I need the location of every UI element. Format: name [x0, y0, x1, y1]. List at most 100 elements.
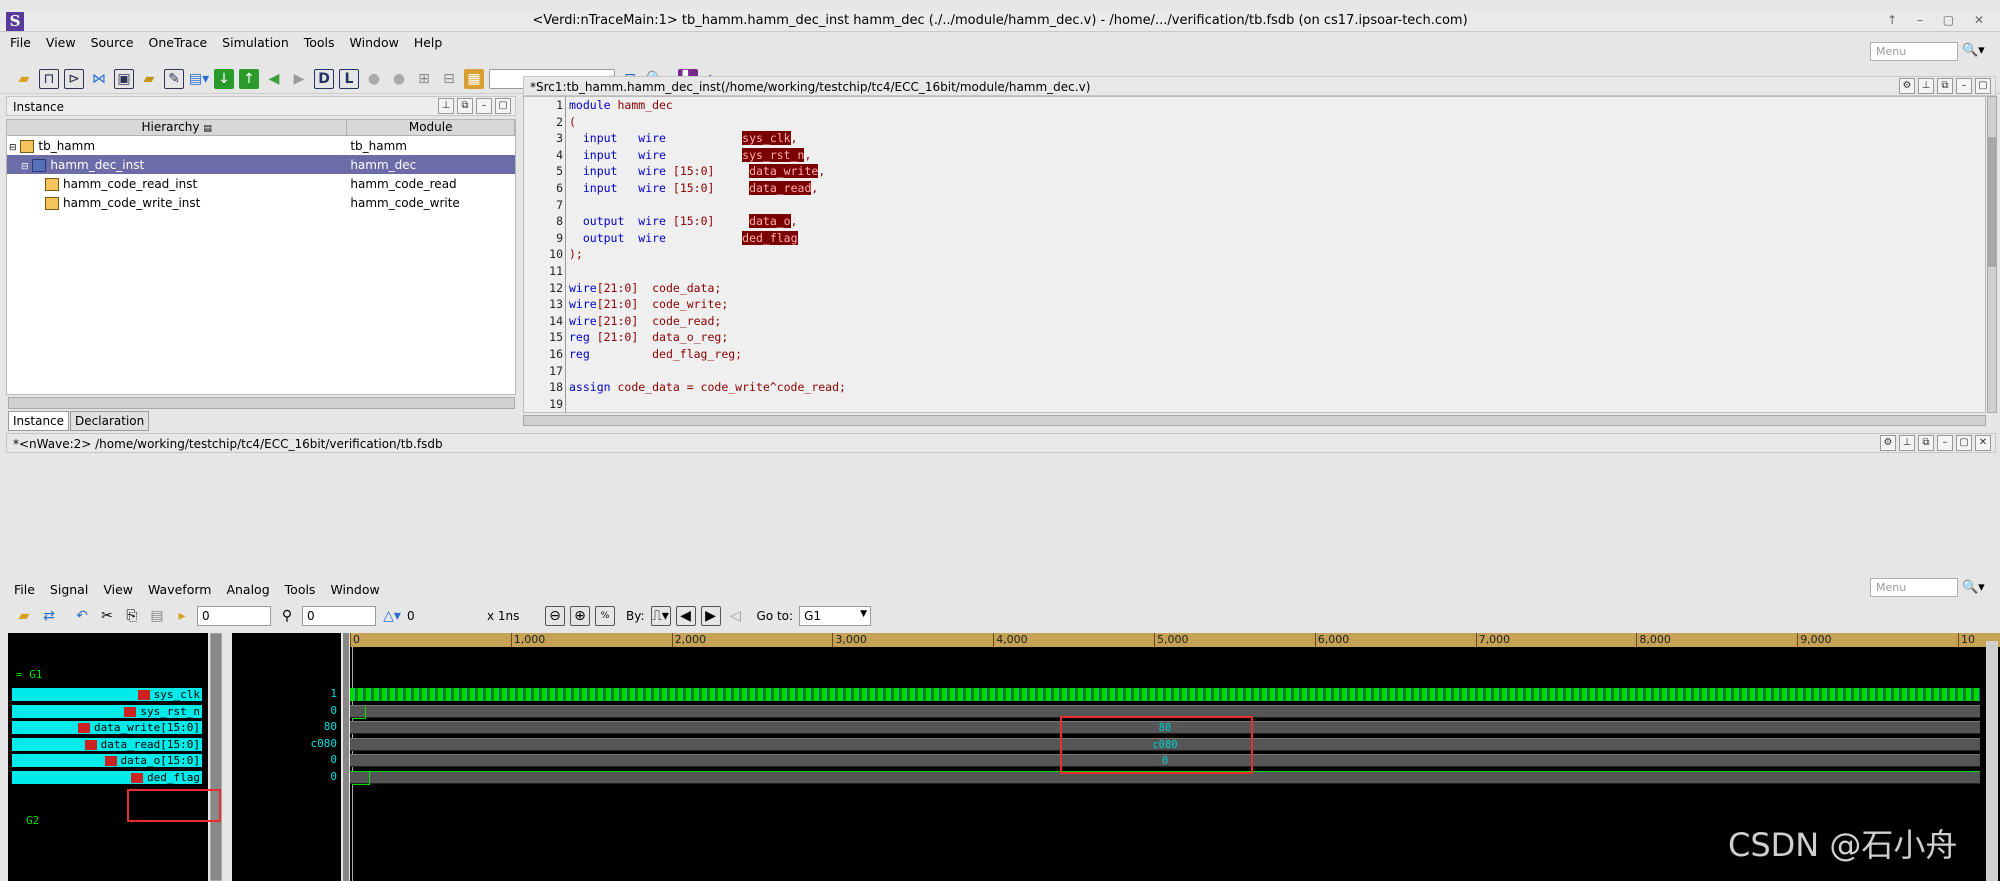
- wave-menu-view[interactable]: View: [103, 582, 133, 597]
- pin-icon[interactable]: ⊥: [1918, 78, 1934, 94]
- maximize-icon[interactable]: ▢: [1956, 435, 1972, 451]
- cursor-icon[interactable]: ▸: [172, 606, 192, 626]
- cut-icon[interactable]: ✂: [97, 606, 117, 626]
- undock-icon[interactable]: ⧉: [1918, 435, 1934, 451]
- search-by-icon[interactable]: ⎍▾: [650, 606, 671, 626]
- waveform-vscrollbar[interactable]: [1986, 641, 1998, 881]
- instance-hscrollbar[interactable]: [8, 397, 515, 409]
- back-icon[interactable]: ◁: [726, 606, 746, 626]
- marker-time-input[interactable]: 0: [302, 606, 376, 626]
- source-code-view[interactable]: 1 module hamm_dec 2(3 input wire sys_clk, 4…: [523, 96, 1986, 413]
- delta-icon[interactable]: △▾: [382, 606, 402, 626]
- maximize-icon[interactable]: ▢: [1975, 78, 1991, 94]
- trace-load-icon[interactable]: ↓: [214, 68, 234, 89]
- reload-icon[interactable]: ⇄: [39, 606, 59, 626]
- code-line[interactable]: 16 reg ded_flag_reg;: [524, 345, 1985, 363]
- code-line[interactable]: 1 module hamm_dec: [524, 97, 1985, 114]
- wave-menu-analog[interactable]: Analog: [226, 582, 269, 597]
- code-line[interactable]: 7: [524, 196, 1985, 214]
- code-line[interactable]: 17: [524, 362, 1985, 380]
- code-line[interactable]: 19: [524, 395, 1985, 412]
- signal-row[interactable]: sys_rst_n: [8, 703, 208, 720]
- minimize-icon[interactable]: –: [1937, 435, 1953, 451]
- menu-file[interactable]: File: [10, 35, 31, 50]
- zoom-out-icon[interactable]: ⊖: [545, 606, 565, 626]
- undock-icon[interactable]: ⧉: [457, 98, 473, 114]
- menu-tools[interactable]: Tools: [304, 35, 335, 50]
- minimize-icon[interactable]: –: [476, 98, 492, 114]
- undo-icon[interactable]: ↶: [72, 606, 92, 626]
- maximize-icon[interactable]: ▢: [495, 98, 511, 114]
- close-icon[interactable]: ✕: [1975, 435, 1991, 451]
- window-controls[interactable]: ↑ – ▢ ✕: [1887, 13, 1992, 27]
- search-icon[interactable]: 🔍▾: [1962, 43, 1985, 58]
- tab-declaration[interactable]: Declaration: [70, 411, 150, 431]
- search-icon[interactable]: 🔍▾: [1962, 580, 1985, 595]
- pane-splitter[interactable]: [343, 633, 349, 881]
- signal-name[interactable]: sys_clk: [12, 688, 202, 701]
- wave-menu-window[interactable]: Window: [330, 582, 379, 597]
- tree-icon[interactable]: ⋈: [89, 69, 109, 89]
- menu-search-input[interactable]: Menu: [1870, 42, 1958, 61]
- wave-menu-signal[interactable]: Signal: [50, 582, 88, 597]
- edit-icon[interactable]: ✎: [164, 68, 184, 89]
- code-line[interactable]: 2(: [524, 113, 1985, 131]
- column-module[interactable]: Module: [347, 120, 515, 135]
- signal-row[interactable]: sys_clk: [8, 686, 208, 703]
- open-folder-icon[interactable]: ▰: [14, 69, 34, 89]
- tree-row[interactable]: ⊟ tb_hamm tb_hamm: [7, 136, 515, 155]
- code-line[interactable]: 18 assign code_data = code_write^code_rea…: [524, 379, 1985, 396]
- waveform-trace[interactable]: [350, 688, 1980, 701]
- wave-menu-tools[interactable]: Tools: [285, 582, 316, 597]
- source-vscrollbar[interactable]: [1987, 96, 1997, 413]
- tree-row[interactable]: hamm_code_read_inst hamm_code_read: [7, 174, 515, 193]
- file-dropdown-icon[interactable]: ▤▾: [189, 69, 209, 89]
- signal-name[interactable]: data_write[15:0]: [12, 721, 202, 734]
- source-hscrollbar[interactable]: [523, 415, 1986, 426]
- tree-row[interactable]: hamm_code_write_inst hamm_code_write: [7, 193, 515, 212]
- schematic-icon[interactable]: ⊓: [39, 68, 59, 89]
- open-folder-icon[interactable]: ▰: [14, 606, 34, 626]
- hierarchy-up-icon[interactable]: ⊞: [414, 69, 434, 89]
- settings-icon[interactable]: ⚙: [1899, 78, 1915, 94]
- group-label[interactable]: G2: [26, 814, 39, 827]
- goto-select[interactable]: G1 ▼: [799, 606, 872, 626]
- settings-icon[interactable]: ⚙: [1880, 435, 1896, 451]
- code-line[interactable]: 20always@(posedge sys_clk or negedge sys…: [524, 412, 1985, 413]
- signal-name[interactable]: data_o[15:0]: [12, 754, 202, 767]
- zoom-fit-icon[interactable]: %: [595, 606, 615, 626]
- menu-onetrace[interactable]: OneTrace: [149, 35, 208, 50]
- column-hierarchy[interactable]: Hierarchy ▤: [7, 120, 348, 135]
- menu-window[interactable]: Window: [350, 35, 399, 50]
- driver-d-icon[interactable]: D: [314, 68, 334, 89]
- menu-view[interactable]: View: [46, 35, 76, 50]
- signal-row[interactable]: data_o[15:0]: [8, 752, 208, 769]
- signal-row[interactable]: ded_flag: [8, 769, 208, 786]
- signal-name[interactable]: sys_rst_n: [12, 704, 202, 718]
- folder-icon[interactable]: ▰: [139, 69, 159, 89]
- signal-vscrollbar[interactable]: [210, 633, 222, 881]
- cursor-time-input[interactable]: 0: [197, 606, 271, 626]
- signal-name[interactable]: ded_flag: [12, 770, 202, 784]
- next-circle-icon[interactable]: ●: [389, 69, 409, 89]
- pin-icon[interactable]: ⊥: [438, 98, 454, 114]
- menu-simulation[interactable]: Simulation: [222, 35, 289, 50]
- undock-icon[interactable]: ⧉: [1937, 78, 1953, 94]
- time-ruler[interactable]: 0 1,000 2,000 3,000 4,000 5,000 6,000 7,000 8,00…: [350, 633, 2000, 647]
- load-l-icon[interactable]: L: [339, 68, 359, 89]
- code-line[interactable]: 3 input wire sys_clk,: [524, 130, 1985, 147]
- paste-icon[interactable]: ▤: [147, 606, 167, 626]
- back-arrow-icon[interactable]: ◀: [264, 69, 284, 89]
- code-line[interactable]: 10);: [524, 246, 1985, 263]
- pin-icon[interactable]: ⊥: [1899, 435, 1915, 451]
- wave-menu-search-input[interactable]: Menu: [1870, 578, 1958, 597]
- tree-row-selected[interactable]: ⊟ hamm_dec_inst hamm_dec: [7, 155, 515, 174]
- code-line[interactable]: 9 output wire ded_flag: [524, 229, 1985, 247]
- code-line[interactable]: 6 input wire [15:0] data_read,: [524, 179, 1985, 197]
- trace-driver-icon[interactable]: ↑: [239, 68, 259, 89]
- code-line[interactable]: 14 wire[21:0] code_read;: [524, 312, 1985, 330]
- code-line[interactable]: 13 wire[21:0] code_write;: [524, 296, 1985, 313]
- prev-edge-icon[interactable]: ◀: [675, 606, 696, 626]
- zoom-in-icon[interactable]: ⊕: [570, 606, 590, 626]
- tab-instance[interactable]: Instance: [8, 411, 70, 431]
